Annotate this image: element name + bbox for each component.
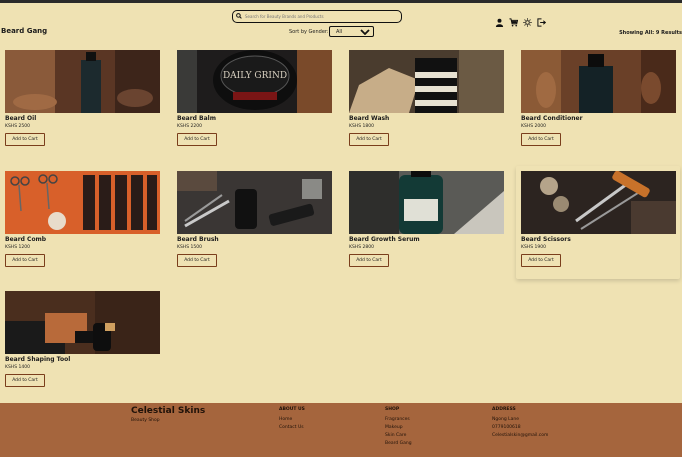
product-price: KSHS 2000 [521, 124, 546, 129]
chevron-down-icon [360, 29, 370, 35]
product-price: KSHS 1800 [349, 124, 374, 129]
product-card: Beard Oil KSHS 2500 Add to Cart [0, 45, 164, 158]
product-name: Beard Shaping Tool [5, 356, 71, 363]
footer-about: ABOUT US Home Contact Us [279, 407, 305, 433]
footer-address: ADDRESS Ngong Lane 0779100618 Celestials… [492, 407, 548, 441]
page-title: Beard Gang [1, 27, 48, 35]
product-price: KSHS 2200 [177, 124, 202, 129]
product-image-beard-comb[interactable] [5, 171, 160, 234]
product-name: Beard Scissors [521, 236, 571, 243]
product-name: Beard Balm [177, 115, 216, 122]
product-image-beard-oil[interactable] [5, 50, 160, 113]
sort-value: All [336, 29, 343, 35]
product-name: Beard Conditioner [521, 115, 583, 122]
footer-link-skin-care[interactable]: Skin Care [385, 433, 412, 438]
footer-link-fragrances[interactable]: Fragrances [385, 417, 412, 422]
product-card: Beard Wash KSHS 1800 Add to Cart [344, 45, 508, 158]
footer-address-phone: 0779100618 [492, 425, 521, 430]
product-card: Beard Growth Serum KSHS 2800 Add to Cart [344, 166, 508, 279]
footer-address-email[interactable]: Celestialskin@gmail.com [492, 433, 548, 438]
add-to-cart-button[interactable]: Add to Cart [521, 133, 561, 146]
footer-link-contact[interactable]: Contact Us [279, 425, 305, 430]
product-price: KSHS 2500 [5, 124, 30, 129]
footer-link-beard-gang[interactable]: Beard Gang [385, 441, 412, 446]
footer-tagline: Beauty Shop [131, 418, 160, 423]
search-input[interactable] [245, 11, 395, 21]
svg-text:DAILY GRIND: DAILY GRIND [223, 71, 287, 81]
product-name: Beard Wash [349, 115, 390, 122]
product-card: DAILY GRIND Beard Balm KSHS 2200 Add to … [172, 45, 336, 158]
product-card: Beard Brush KSHS 1500 Add to Cart [172, 166, 336, 279]
footer-address-street: Ngong Lane [492, 417, 519, 422]
product-image-beard-conditioner[interactable] [521, 50, 676, 113]
add-to-cart-button[interactable]: Add to Cart [5, 133, 45, 146]
add-to-cart-button[interactable]: Add to Cart [177, 254, 217, 267]
footer-address-heading: ADDRESS [492, 407, 516, 412]
product-name: Beard Oil [5, 115, 37, 122]
product-image-beard-brush[interactable] [177, 171, 332, 234]
add-to-cart-button[interactable]: Add to Cart [349, 133, 389, 146]
footer-shop-heading: SHOP [385, 407, 400, 412]
add-to-cart-button[interactable]: Add to Cart [5, 374, 45, 387]
product-image-beard-growth-serum[interactable] [349, 171, 504, 234]
footer-about-heading: ABOUT US [279, 407, 305, 412]
product-card: Beard Shaping Tool KSHS 1400 Add to Cart [0, 286, 164, 399]
footer-brand: Celestial Skins [131, 406, 206, 416]
footer: Celestial Skins Beauty Shop ABOUT US Hom… [0, 403, 682, 457]
product-price: KSHS 1900 [521, 245, 546, 250]
footer-link-makeup[interactable]: Makeup [385, 425, 412, 430]
product-price: KSHS 2800 [349, 245, 374, 250]
product-card: Beard Scissors KSHS 1900 Add to Cart [516, 166, 680, 279]
cart-icon[interactable] [509, 12, 519, 27]
add-to-cart-button[interactable]: Add to Cart [5, 254, 45, 267]
top-navbar [0, 0, 682, 27]
product-price: KSHS 1400 [5, 365, 30, 370]
add-to-cart-button[interactable]: Add to Cart [177, 133, 217, 146]
product-name: Beard Growth Serum [349, 236, 420, 243]
results-count: Showing All: 9 Results [619, 30, 682, 36]
user-icon[interactable] [495, 12, 504, 27]
product-card: Beard Comb KSHS 1200 Add to Cart [0, 166, 164, 279]
nav-icons [495, 12, 547, 27]
theme-icon[interactable] [523, 12, 532, 27]
product-image-beard-scissors[interactable] [521, 171, 676, 234]
search-bar[interactable] [232, 10, 402, 23]
product-price: KSHS 1200 [5, 245, 30, 250]
footer-shop: SHOP Fragrances Makeup Skin Care Beard G… [385, 407, 412, 449]
footer-link-home[interactable]: Home [279, 417, 305, 422]
product-image-beard-wash[interactable] [349, 50, 504, 113]
product-name: Beard Comb [5, 236, 47, 243]
product-card: Beard Conditioner KSHS 2000 Add to Cart [516, 45, 680, 158]
gender-sort-select[interactable]: All [329, 26, 374, 37]
product-price: KSHS 1500 [177, 245, 202, 250]
product-name: Beard Brush [177, 236, 219, 243]
product-image-beard-shaping-tool[interactable] [5, 291, 160, 354]
add-to-cart-button[interactable]: Add to Cart [521, 254, 561, 267]
logout-icon[interactable] [537, 12, 547, 27]
sort-label: Sort by Gender: [289, 29, 329, 35]
product-image-beard-balm[interactable]: DAILY GRIND [177, 50, 332, 113]
search-icon [236, 13, 242, 19]
add-to-cart-button[interactable]: Add to Cart [349, 254, 389, 267]
